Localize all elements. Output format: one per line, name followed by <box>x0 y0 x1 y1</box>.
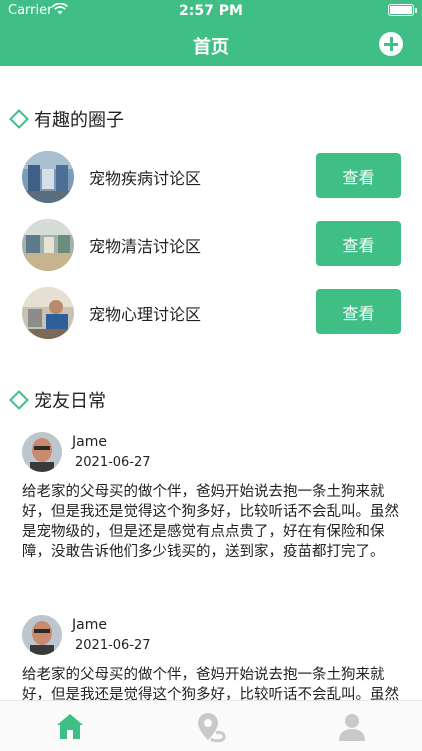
nav-header: Carrier 2:57 PM 首页 <box>0 0 422 66</box>
circle-name: 宠物心理讨论区 <box>89 305 202 324</box>
view-button[interactable]: 查看 <box>316 221 401 266</box>
view-button[interactable]: 查看 <box>316 153 401 198</box>
post-date: 2021-06-27 <box>75 455 151 470</box>
circle-item[interactable]: 宠物心理讨论区 查看 <box>22 287 402 341</box>
circle-item[interactable]: 宠物疾病讨论区 查看 <box>22 151 402 205</box>
section-title-circles-label: 有趣的圈子 <box>34 110 124 131</box>
page-title: 首页 <box>193 37 229 58</box>
status-time: 2:57 PM <box>179 3 243 19</box>
tab-discover[interactable] <box>191 711 231 743</box>
section-title-daily-label: 宠友日常 <box>34 391 106 412</box>
post-username[interactable]: Jame <box>72 434 107 450</box>
section-title-circles: 有趣的圈子 <box>9 106 124 132</box>
circle-avatar-image <box>22 151 74 203</box>
section-title-daily: 宠友日常 <box>9 387 106 413</box>
diamond-icon <box>9 390 29 410</box>
profile-icon <box>339 714 365 741</box>
battery-icon <box>388 4 417 16</box>
status-bar: Carrier 2:57 PM <box>0 0 422 22</box>
user-avatar[interactable] <box>22 615 62 655</box>
user-avatar[interactable] <box>22 432 62 472</box>
tab-bar <box>0 700 422 751</box>
circle-item[interactable]: 宠物清洁讨论区 查看 <box>22 219 402 273</box>
post-date: 2021-06-27 <box>75 638 151 653</box>
tab-profile[interactable] <box>332 711 372 743</box>
circle-name: 宠物疾病讨论区 <box>89 169 202 188</box>
home-icon <box>57 714 83 739</box>
circle-avatar-image <box>22 219 74 271</box>
add-post-button[interactable] <box>379 32 403 56</box>
circle-avatar-image <box>22 287 74 339</box>
map-pin-icon <box>198 713 226 743</box>
diamond-icon <box>9 109 29 129</box>
post-content: 给老家的父母买的做个伴，爸妈开始说去抱一条土狗来就好，但是我还是觉得这个狗多好，… <box>22 484 399 560</box>
view-button[interactable]: 查看 <box>316 289 401 334</box>
post-username[interactable]: Jame <box>72 617 107 633</box>
circle-name: 宠物清洁讨论区 <box>89 237 202 256</box>
tab-home[interactable] <box>50 711 90 743</box>
